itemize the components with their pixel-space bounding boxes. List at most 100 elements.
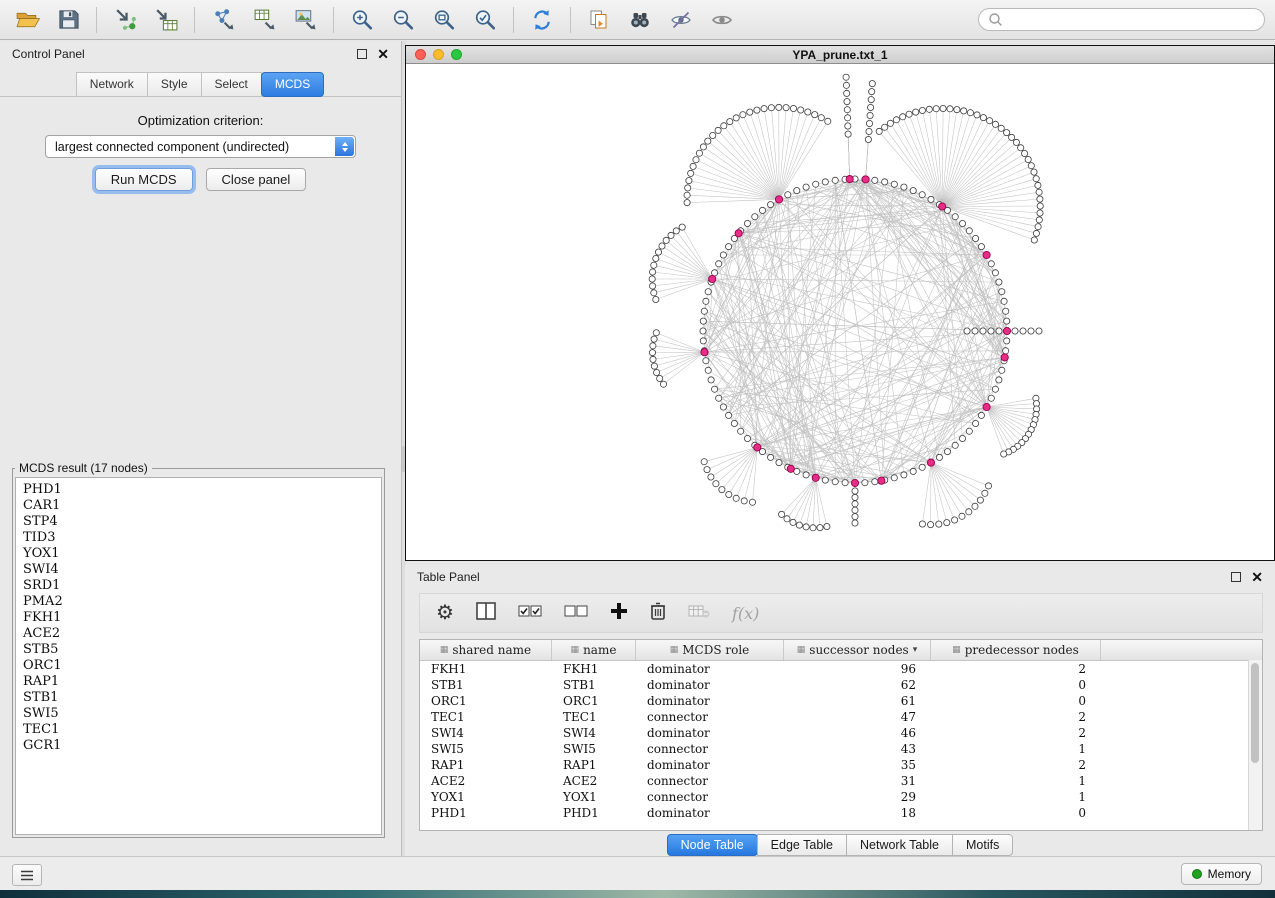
table-row[interactable]: YOX1YOX1connector291 xyxy=(420,789,1262,805)
search-input[interactable] xyxy=(1009,12,1255,28)
criterion-dropdown[interactable]: largest connected component (undirected) xyxy=(45,135,356,158)
column-header-name[interactable]: ▦name xyxy=(552,640,636,660)
attribute-type-icon: ▦ xyxy=(952,645,961,655)
tab-edge-table[interactable]: Edge Table xyxy=(757,834,847,856)
export-image-button[interactable] xyxy=(288,5,322,35)
table-cell: 18 xyxy=(784,806,931,820)
mcds-result-item[interactable]: FKH1 xyxy=(23,610,374,626)
zoom-out-button[interactable] xyxy=(386,5,420,35)
close-window-icon[interactable] xyxy=(415,49,426,60)
run-mcds-button[interactable]: Run MCDS xyxy=(95,168,193,191)
export-table-button[interactable] xyxy=(247,5,281,35)
mcds-result-item[interactable]: PHD1 xyxy=(23,482,374,498)
mcds-result-item[interactable]: PMA2 xyxy=(23,594,374,610)
zoom-fit-button[interactable] xyxy=(427,5,461,35)
table-cell: 2 xyxy=(931,758,1101,772)
zoom-selected-button[interactable] xyxy=(468,5,502,35)
mcds-result-item[interactable]: TID3 xyxy=(23,530,374,546)
duplicate-network-button[interactable] xyxy=(582,5,616,35)
select-all-rows-icon[interactable] xyxy=(518,604,542,623)
mcds-result-item[interactable]: SWI5 xyxy=(23,706,374,722)
column-header-successor-nodes[interactable]: ▦successor nodes▾ xyxy=(784,640,931,660)
table-row[interactable]: TEC1TEC1connector472 xyxy=(420,709,1262,725)
column-header-shared-name[interactable]: ▦shared name xyxy=(420,640,552,660)
hide-selected-button[interactable] xyxy=(664,5,698,35)
table-row[interactable]: STB1STB1dominator620 xyxy=(420,677,1262,693)
scrollbar-thumb[interactable] xyxy=(1251,663,1259,763)
table-cell: TEC1 xyxy=(420,710,552,724)
tab-node-table[interactable]: Node Table xyxy=(667,834,758,856)
zoom-in-button[interactable] xyxy=(345,5,379,35)
mcds-result-item[interactable]: CAR1 xyxy=(23,498,374,514)
mcds-result-item[interactable]: SRD1 xyxy=(23,578,374,594)
mcds-result-item[interactable]: YOX1 xyxy=(23,546,374,562)
open-session-button[interactable] xyxy=(10,5,44,35)
node-table-body: FKH1FKH1dominator962STB1STB1dominator620… xyxy=(420,661,1262,821)
network-canvas[interactable] xyxy=(406,64,1274,561)
tab-style[interactable]: Style xyxy=(147,72,202,96)
table-cell: FKH1 xyxy=(420,662,552,676)
delete-column-icon[interactable] xyxy=(650,601,666,626)
mcds-result-item[interactable]: GCR1 xyxy=(23,738,374,754)
mcds-result-item[interactable]: SWI4 xyxy=(23,562,374,578)
table-row[interactable]: ORC1ORC1dominator610 xyxy=(420,693,1262,709)
table-cell: ACE2 xyxy=(420,774,552,788)
table-row[interactable]: SWI5SWI5connector431 xyxy=(420,741,1262,757)
control-panel-header: Control Panel ✕ xyxy=(0,41,401,67)
mcds-result-list[interactable]: PHD1CAR1STP4TID3YOX1SWI4SRD1PMA2FKH1ACE2… xyxy=(15,477,382,835)
network-window-titlebar[interactable]: YPA_prune.txt_1 xyxy=(406,46,1274,64)
table-panel: Table Panel ✕ ⚙ f(x) ▦shared name▦name▦M… xyxy=(405,565,1275,856)
close-panel-button[interactable]: Close panel xyxy=(206,168,307,191)
hide-selected-eye-icon xyxy=(669,8,693,32)
attribute-type-icon: ▦ xyxy=(670,645,679,655)
table-row[interactable]: SWI4SWI4dominator462 xyxy=(420,725,1262,741)
close-panel-x-icon[interactable]: ✕ xyxy=(377,47,389,61)
attribute-type-icon: ▦ xyxy=(571,645,580,655)
table-row[interactable]: RAP1RAP1dominator352 xyxy=(420,757,1262,773)
mcds-result-item[interactable]: STB1 xyxy=(23,690,374,706)
maximize-window-icon[interactable] xyxy=(451,49,462,60)
table-row[interactable]: ACE2ACE2connector311 xyxy=(420,773,1262,789)
table-row[interactable]: FKH1FKH1dominator962 xyxy=(420,661,1262,677)
table-cell: 0 xyxy=(931,694,1101,708)
attribute-type-icon: ▦ xyxy=(797,645,806,655)
mcds-result-item[interactable]: STP4 xyxy=(23,514,374,530)
mcds-result-item[interactable]: RAP1 xyxy=(23,674,374,690)
table-row[interactable]: PHD1PHD1dominator180 xyxy=(420,805,1262,821)
table-cell: RAP1 xyxy=(420,758,552,772)
import-network-button[interactable] xyxy=(108,5,142,35)
first-neighbors-button[interactable] xyxy=(623,5,657,35)
mcds-result-item[interactable]: STB5 xyxy=(23,642,374,658)
tab-mcds[interactable]: MCDS xyxy=(261,72,324,97)
import-table-button[interactable] xyxy=(149,5,183,35)
mcds-result-item[interactable]: ACE2 xyxy=(23,626,374,642)
float-panel-icon[interactable] xyxy=(357,49,367,59)
settings-gear-icon[interactable]: ⚙ xyxy=(436,603,454,623)
sort-dropdown-icon[interactable]: ▾ xyxy=(913,645,918,655)
column-header-MCDS-role[interactable]: ▦MCDS role xyxy=(636,640,784,660)
table-cell: 2 xyxy=(931,662,1101,676)
split-columns-icon[interactable] xyxy=(476,602,496,625)
column-header-predecessor-nodes[interactable]: ▦predecessor nodes xyxy=(931,640,1101,660)
tab-network[interactable]: Network xyxy=(76,72,148,96)
table-cell: connector xyxy=(636,774,784,788)
show-all-button[interactable] xyxy=(705,5,739,35)
tab-select[interactable]: Select xyxy=(201,72,262,96)
mcds-result-item[interactable]: ORC1 xyxy=(23,658,374,674)
status-menu-button[interactable] xyxy=(12,864,42,886)
deselect-all-rows-icon[interactable] xyxy=(564,604,588,623)
memory-button[interactable]: Memory xyxy=(1181,863,1262,885)
save-session-button[interactable] xyxy=(51,5,85,35)
refresh-button[interactable] xyxy=(525,5,559,35)
mcds-result-item[interactable]: TEC1 xyxy=(23,722,374,738)
table-scrollbar[interactable] xyxy=(1248,660,1262,830)
toolbar-separator xyxy=(194,7,195,33)
tab-network-table[interactable]: Network Table xyxy=(846,834,953,856)
add-column-icon[interactable] xyxy=(610,602,628,625)
minimize-window-icon[interactable] xyxy=(433,49,444,60)
close-table-panel-icon[interactable]: ✕ xyxy=(1251,570,1263,584)
float-table-panel-icon[interactable] xyxy=(1231,572,1241,582)
export-network-button[interactable] xyxy=(206,5,240,35)
search-box[interactable] xyxy=(978,8,1265,31)
tab-motifs[interactable]: Motifs xyxy=(952,834,1013,856)
